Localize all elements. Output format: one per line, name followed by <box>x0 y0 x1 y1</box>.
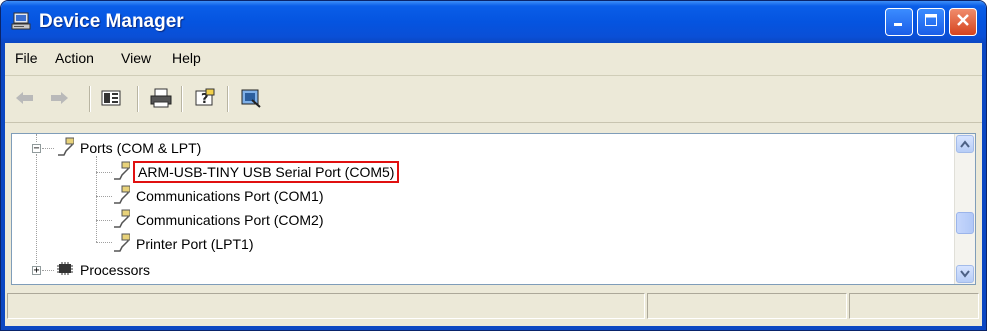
serial-port-icon <box>112 185 131 208</box>
window-border <box>982 43 986 330</box>
serial-port-icon <box>112 209 131 232</box>
printer-port-icon <box>112 233 131 256</box>
menu-help[interactable]: Help <box>172 50 201 66</box>
menu-bar: File Action View Help <box>1 43 986 76</box>
tree-line <box>96 172 112 173</box>
window-border <box>1 43 5 330</box>
status-cell-main <box>7 293 645 319</box>
device-tree[interactable]: − Ports (COM & LPT) ARM-USB-TINY USB Ser… <box>11 133 976 285</box>
toolbar: ? <box>1 76 986 123</box>
status-bar <box>1 289 986 325</box>
tree-line <box>42 148 54 149</box>
help-icon[interactable]: ? <box>193 86 217 110</box>
tree-item-label: Ports (COM & LPT) <box>80 140 202 156</box>
chevron-up-icon <box>960 135 970 153</box>
maximize-icon <box>924 13 938 32</box>
tree-item-label: Processors <box>80 262 151 278</box>
scroll-up-button[interactable] <box>956 135 974 153</box>
minimize-icon <box>892 13 906 32</box>
port-connector-icon <box>56 137 75 160</box>
tree-line <box>36 134 37 142</box>
minimize-button[interactable] <box>885 8 913 36</box>
window-border <box>1 326 986 330</box>
highlighted-device-label: ARM-USB-TINY USB Serial Port (COM5) <box>132 161 400 183</box>
tree-item-com1[interactable]: Communications Port (COM1) <box>112 184 324 208</box>
tree-line <box>96 196 112 197</box>
expand-processors-toggle[interactable]: + <box>32 266 41 276</box>
title-bar[interactable]: Device Manager <box>1 1 986 43</box>
tree-item-arm-usb-tiny-com5[interactable]: ARM-USB-TINY USB Serial Port (COM5) <box>112 160 400 184</box>
menu-file[interactable]: File <box>15 50 38 66</box>
print-icon[interactable] <box>149 86 173 110</box>
show-hide-console-tree-icon[interactable] <box>99 86 123 110</box>
close-icon <box>956 13 970 32</box>
menu-view[interactable]: View <box>121 50 151 66</box>
window-title: Device Manager <box>39 11 184 32</box>
scan-hardware-icon[interactable] <box>239 86 263 110</box>
tree-item-label: Communications Port (COM1) <box>136 188 324 204</box>
menu-action[interactable]: Action <box>55 50 94 66</box>
chevron-down-icon <box>960 265 970 283</box>
toolbar-separator <box>89 86 91 112</box>
tree-line <box>42 270 54 271</box>
vertical-scrollbar[interactable] <box>954 134 975 284</box>
toolbar-separator <box>137 86 139 112</box>
tree-item-lpt1[interactable]: Printer Port (LPT1) <box>112 232 253 256</box>
tree-item-processors[interactable]: Processors <box>56 258 150 282</box>
tree-item-label: Communications Port (COM2) <box>136 212 324 228</box>
serial-port-icon <box>112 161 131 184</box>
scroll-thumb[interactable] <box>956 212 974 234</box>
scroll-down-button[interactable] <box>956 265 974 283</box>
status-cell <box>647 293 847 319</box>
tree-item-label: Printer Port (LPT1) <box>136 236 254 252</box>
processor-chip-icon <box>56 260 74 281</box>
status-cell <box>849 293 979 319</box>
tree-item-ports[interactable]: Ports (COM & LPT) <box>56 136 201 160</box>
collapse-ports-toggle[interactable]: − <box>32 144 41 154</box>
toolbar-separator <box>227 86 229 112</box>
tree-line <box>96 156 97 242</box>
forward-icon[interactable] <box>47 86 71 110</box>
device-manager-icon <box>11 12 33 32</box>
back-icon[interactable] <box>13 86 37 110</box>
device-manager-window: Device Manager File Action View Help ? −… <box>0 0 987 331</box>
tree-line <box>36 154 37 264</box>
tree-item-com2[interactable]: Communications Port (COM2) <box>112 208 324 232</box>
tree-line <box>96 242 112 243</box>
close-button[interactable] <box>949 8 977 36</box>
maximize-button[interactable] <box>917 8 945 36</box>
tree-line <box>96 220 112 221</box>
toolbar-separator <box>181 86 183 112</box>
